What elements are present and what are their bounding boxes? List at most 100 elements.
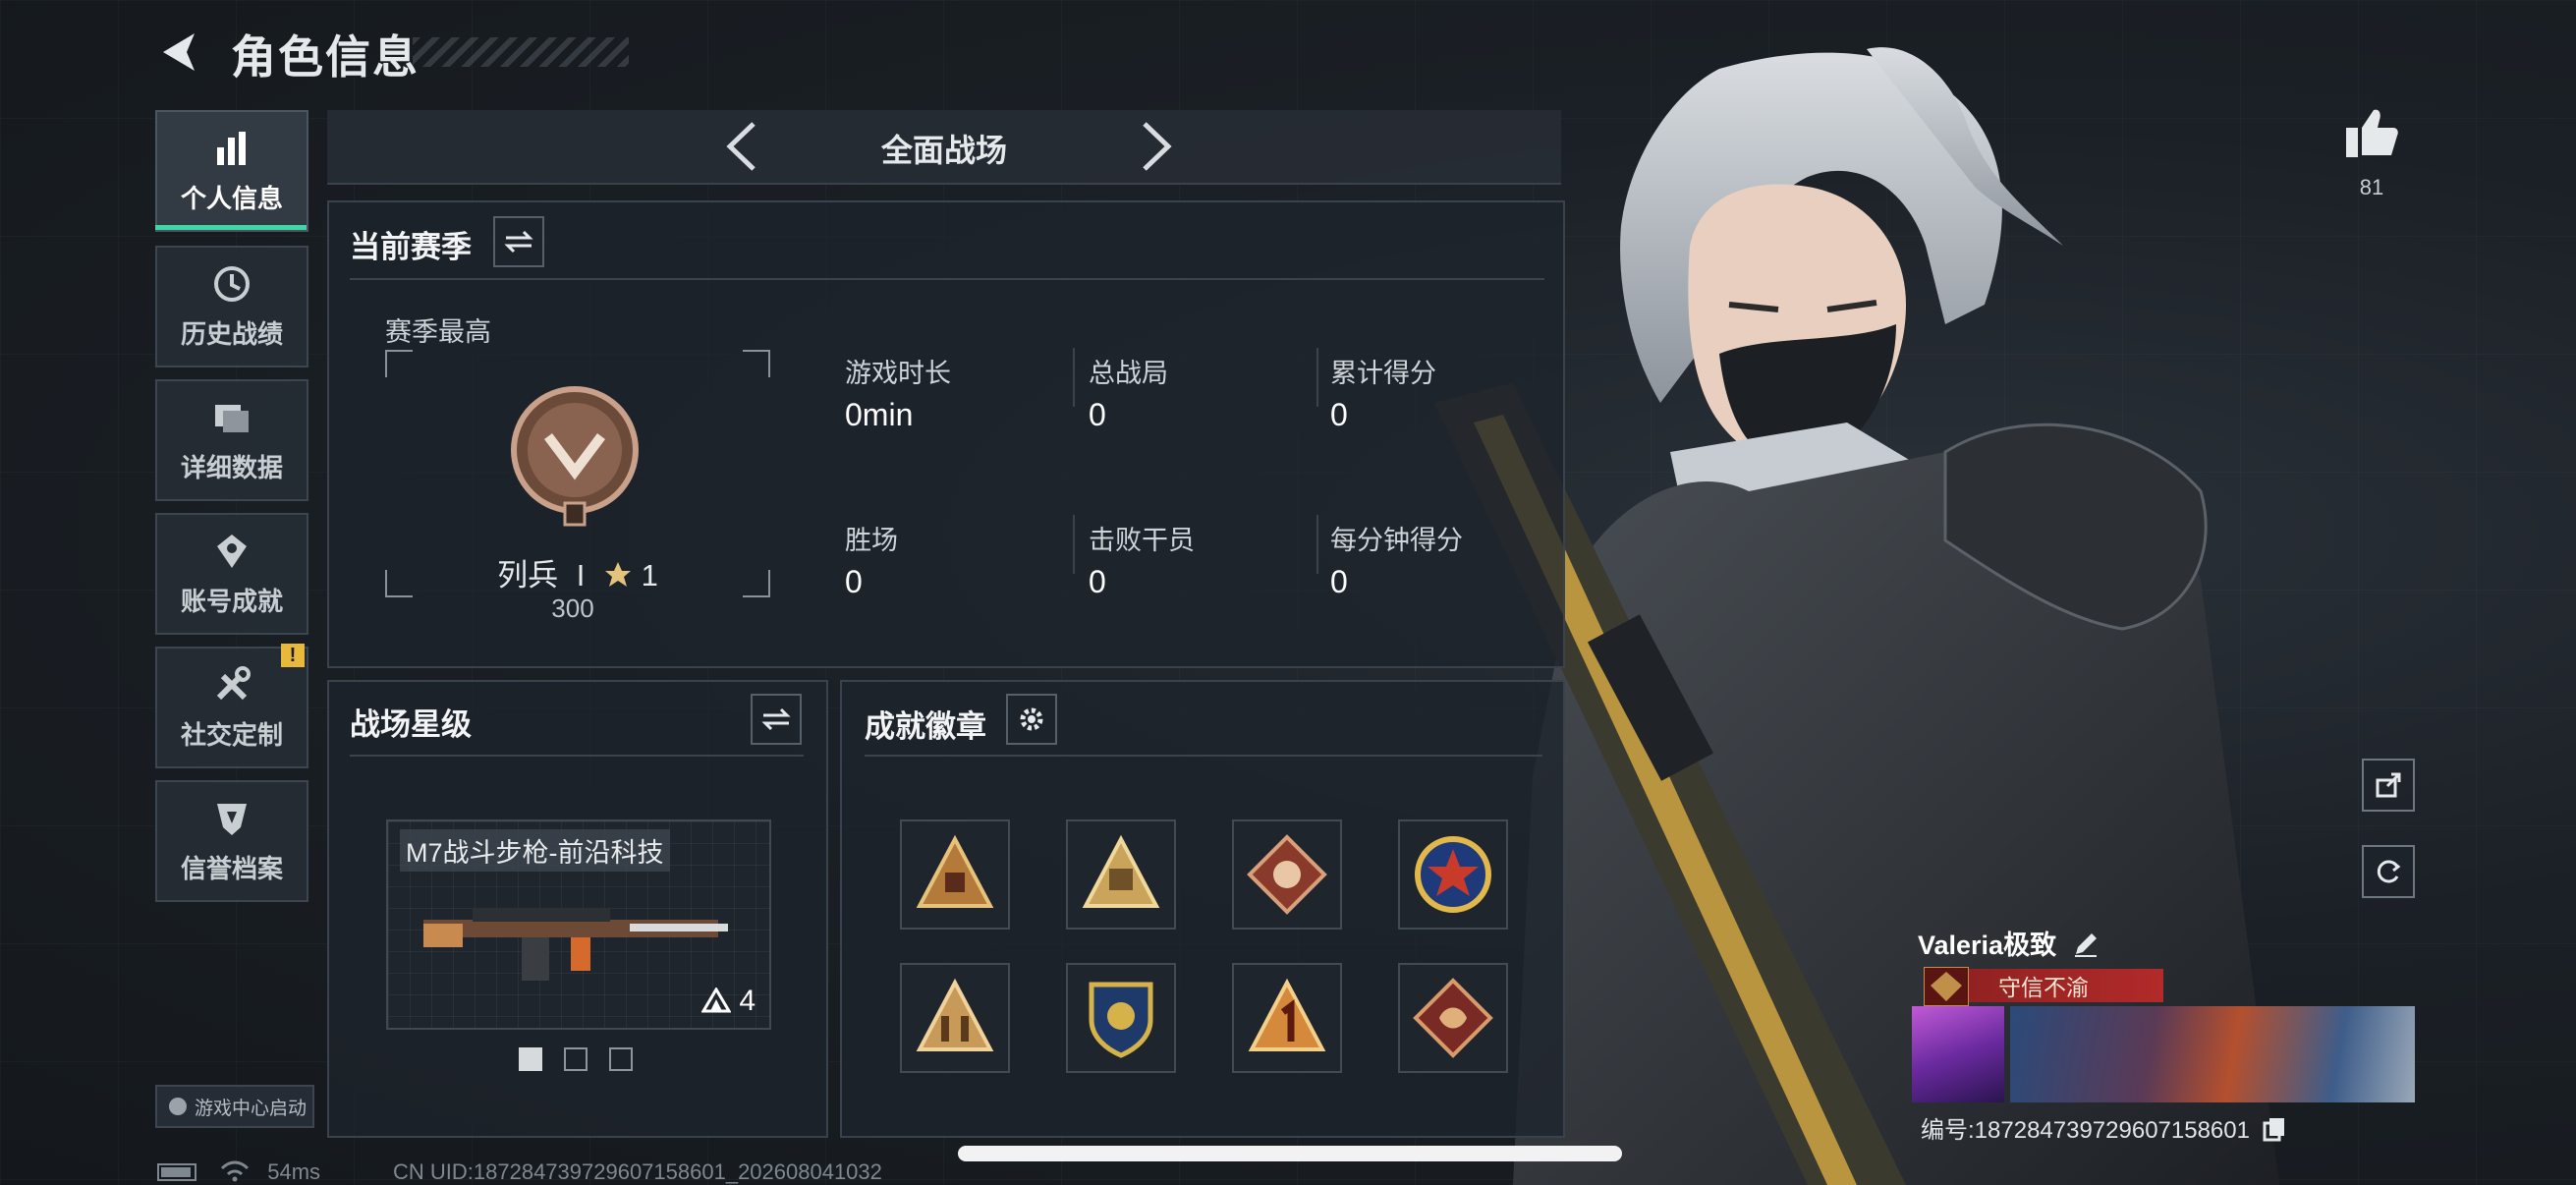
sidebar-item-label: 个人信息 (180, 183, 283, 213)
sidebar-item-reputation[interactable]: 信誉档案 (155, 780, 308, 902)
achievement-badge[interactable] (1398, 963, 1508, 1073)
sidebar-item-label: 历史战绩 (180, 318, 283, 349)
stat-separator (1316, 348, 1318, 407)
bar-chart-icon (217, 131, 246, 165)
achievement-badge[interactable] (1066, 963, 1176, 1073)
uid-line: 编号:187284739729607158601 (1921, 1110, 2286, 1145)
tools-icon (216, 665, 251, 700)
cn-uid: CN UID:187284739729607158601_20260804103… (393, 1159, 882, 1184)
rank-frame-corner (743, 350, 770, 377)
achievement-badge[interactable] (900, 963, 1010, 1073)
stat-separator (1316, 515, 1318, 574)
header-hatch-decoration (413, 37, 629, 67)
achievement-badge[interactable] (1232, 819, 1342, 930)
stat-label-kills: 击败干员 (1089, 526, 1195, 555)
star-icon (605, 562, 631, 587)
star-level-value: 4 (739, 985, 756, 1017)
sidebar-item-achievement[interactable]: 账号成就 (155, 513, 308, 635)
sidebar-active-indicator (155, 225, 307, 230)
season-title: 当前赛季 (350, 230, 472, 264)
stat-value-kills: 0 (1089, 564, 1106, 599)
achievements-title: 成就徽章 (865, 709, 986, 744)
achievement-badge[interactable] (1398, 819, 1508, 930)
share-button[interactable] (2362, 759, 2415, 812)
star-rank-icon (700, 987, 732, 1013)
season-switch-button[interactable] (493, 216, 544, 267)
star-seal-icon (1415, 836, 1491, 913)
profile-banner[interactable] (2010, 1006, 2415, 1102)
achievements-settings-button[interactable] (1006, 694, 1057, 745)
battlefield-stars-title: 战场星级 (350, 707, 472, 742)
stat-value-score-per-minute: 0 (1330, 564, 1348, 599)
avatar[interactable] (1912, 1006, 2004, 1102)
player-name: Valeria极致 (1918, 931, 2057, 960)
copy-icon[interactable] (2263, 1116, 2286, 1142)
stat-value-playtime: 0min (845, 397, 914, 432)
sidebar-item-detail-data[interactable]: 详细数据 (155, 379, 308, 501)
wolf-diamond-icon (1247, 834, 1327, 915)
alert-badge: ! (281, 644, 305, 667)
launch-label: 游戏中心启动 (195, 1098, 308, 1119)
soldiers-triangle-icon (916, 978, 994, 1051)
mode-selector: 全面战场 (327, 110, 1561, 185)
stat-label-wins: 胜场 (845, 526, 898, 555)
stat-label-total-score: 累计得分 (1330, 359, 1436, 388)
ping-value: 54ms (267, 1159, 321, 1184)
sidebar-item-personal-info[interactable]: 个人信息 (155, 110, 308, 232)
next-mode-icon[interactable] (1131, 120, 1180, 173)
shield-crest-icon (1089, 982, 1153, 1058)
achievement-badge[interactable] (900, 819, 1010, 930)
stat-separator (1073, 348, 1075, 407)
swap-icon (761, 707, 791, 731)
home-indicator[interactable] (958, 1146, 1622, 1161)
rank-medal-icon (511, 386, 639, 527)
sidebar-item-label: 信誉档案 (180, 853, 283, 883)
weapon-name: M7战斗步枪-前沿科技 (400, 829, 670, 872)
achievement-badge[interactable] (1232, 963, 1342, 1073)
page-indicator-3[interactable] (609, 1047, 633, 1071)
player-name-line: Valeria极致 (1918, 924, 2100, 962)
number-one-triangle-icon (1248, 978, 1326, 1051)
achievements-divider (865, 755, 1542, 757)
triangle-emblem-icon (1082, 834, 1160, 908)
sidebar-item-label: 社交定制 (180, 719, 283, 750)
weapon-star-level: 4 (700, 985, 756, 1018)
reputation-shield-icon (217, 803, 247, 835)
title-emblem-icon (1924, 967, 1969, 1006)
stars-divider (350, 755, 804, 757)
achievement-badge[interactable] (1066, 819, 1176, 930)
rank-stars: 1 (641, 558, 658, 592)
status-bar: 54ms (157, 1159, 320, 1185)
game-center-icon (169, 1098, 187, 1115)
game-center-launch-button[interactable]: 游戏中心启动 (155, 1085, 314, 1128)
back-arrow-icon[interactable] (157, 29, 202, 75)
refresh-icon (2377, 860, 2401, 883)
edit-pencil-icon[interactable] (2072, 931, 2100, 958)
refresh-button[interactable] (2362, 845, 2415, 898)
page-indicator-1[interactable] (519, 1047, 542, 1071)
share-icon (2376, 772, 2401, 798)
sidebar-item-history[interactable]: 历史战绩 (155, 246, 308, 367)
battery-icon (157, 1163, 196, 1181)
rank-name: 列兵 (497, 558, 559, 592)
battlefield-stars-switch-button[interactable] (751, 694, 802, 745)
rank-points: 300 (551, 593, 594, 623)
dragon-diamond-icon (1413, 978, 1493, 1058)
uid-label: 编号: (1921, 1117, 1975, 1144)
page-indicator-2[interactable] (564, 1047, 588, 1071)
wifi-icon (221, 1160, 250, 1182)
stat-value-total-score: 0 (1330, 397, 1348, 432)
rank-frame-corner (385, 570, 413, 597)
achievement-icon (217, 534, 247, 568)
gear-icon (1020, 707, 1043, 731)
stat-separator (1073, 515, 1075, 574)
rifle-image (423, 908, 728, 981)
stat-value-wins: 0 (845, 564, 863, 599)
stat-label-score-per-minute: 每分钟得分 (1330, 526, 1463, 555)
rank-frame-corner (743, 570, 770, 597)
stat-value-total-matches: 0 (1089, 397, 1106, 432)
stat-label-playtime: 游戏时长 (845, 359, 951, 388)
sidebar-item-label: 账号成就 (180, 586, 283, 616)
weapon-card[interactable]: M7战斗步枪-前沿科技 4 (386, 819, 771, 1030)
thumbs-up-icon[interactable] (2344, 106, 2399, 159)
